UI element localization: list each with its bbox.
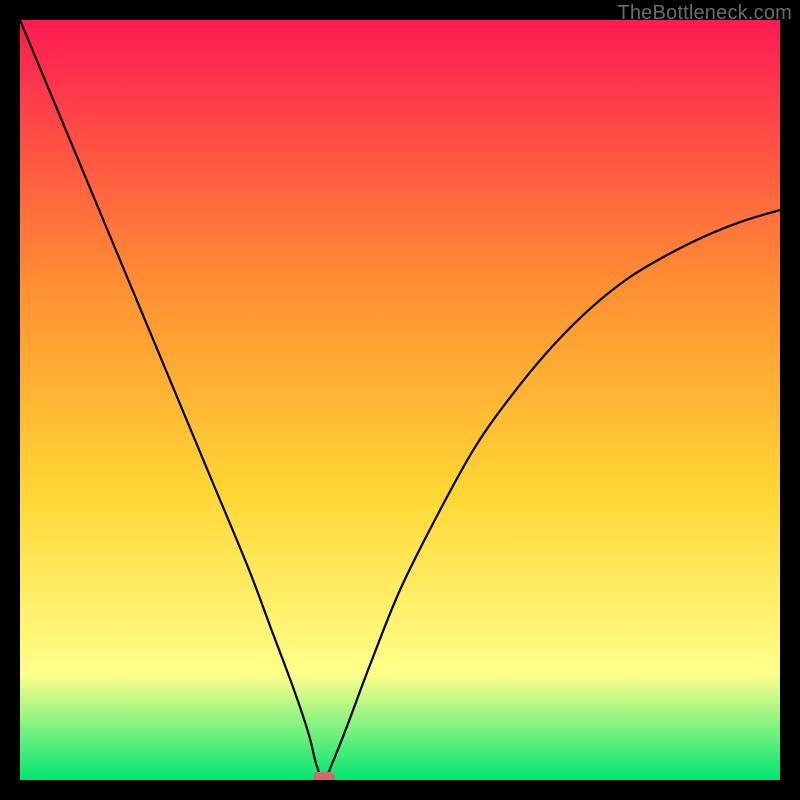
chart-svg xyxy=(20,20,780,780)
chart-frame: TheBottleneck.com xyxy=(0,0,800,800)
plot-area xyxy=(20,20,780,780)
gradient-background xyxy=(20,20,780,780)
minimum-marker xyxy=(313,772,335,780)
